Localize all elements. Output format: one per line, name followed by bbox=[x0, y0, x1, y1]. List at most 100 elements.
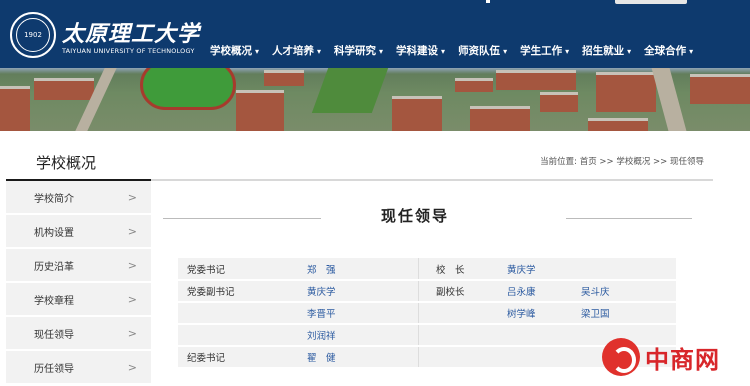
nav-item-faculty[interactable]: 师资队伍 ▾ bbox=[458, 43, 507, 58]
chevron-down-icon: ▾ bbox=[255, 47, 260, 56]
sidebar-item-label: 学校章程 bbox=[34, 295, 74, 307]
column-separator bbox=[417, 324, 427, 347]
role-cell bbox=[178, 324, 307, 347]
chevron-down-icon: ▾ bbox=[627, 47, 632, 56]
watermark-logo: 中商网 bbox=[602, 338, 720, 376]
nav-item-students[interactable]: 学生工作 ▾ bbox=[520, 43, 569, 58]
university-name-cn[interactable]: 太原理工大学 bbox=[62, 16, 200, 48]
sidebar-item-label: 机构设置 bbox=[34, 227, 74, 239]
role-cell bbox=[427, 346, 507, 369]
sidebar: 学校简介 > 机构设置 > 历史沿革 > 学校章程 > 现任领导 > 历任领导 > bbox=[6, 181, 151, 385]
column-separator bbox=[417, 258, 427, 281]
leader-name: 翟 健 bbox=[307, 346, 418, 369]
chevron-right-icon: > bbox=[127, 326, 137, 340]
heading-rule-left bbox=[163, 218, 321, 219]
sidebar-item-organization[interactable]: 机构设置 > bbox=[6, 215, 151, 249]
leader-name: 李晋平 bbox=[307, 302, 418, 325]
sidebar-item-label: 历任领导 bbox=[34, 363, 74, 375]
page-title: 学校概况 bbox=[36, 154, 97, 172]
nav-item-global[interactable]: 全球合作 ▾ bbox=[644, 43, 693, 58]
nav-label: 学科建设 bbox=[396, 45, 439, 57]
banner-building bbox=[264, 70, 304, 86]
banner-lawn bbox=[311, 68, 389, 113]
banner-building bbox=[34, 78, 94, 100]
nav-label: 全球合作 bbox=[644, 45, 687, 57]
sidebar-item-current-leaders[interactable]: 现任领导 > bbox=[6, 317, 151, 351]
sidebar-item-intro[interactable]: 学校简介 > bbox=[6, 181, 151, 215]
role-cell bbox=[427, 302, 507, 325]
university-seal-logo[interactable]: 1902 bbox=[10, 12, 56, 58]
banner-building bbox=[470, 106, 530, 131]
chevron-down-icon: ▾ bbox=[441, 47, 446, 56]
table-row: 党委副书记 黄庆学 副校长 吕永康 吴斗庆 bbox=[178, 280, 676, 303]
sidebar-item-label: 历史沿革 bbox=[34, 261, 74, 273]
main-nav: 学校概况 ▾ 人才培养 ▾ 科学研究 ▾ 学科建设 ▾ 师资队伍 ▾ 学生工作 ▾ 招生就业… bbox=[210, 43, 706, 58]
chevron-right-icon: > bbox=[127, 360, 137, 374]
leader-name: 梁卫国 bbox=[581, 302, 676, 325]
nav-item-research[interactable]: 科学研究 ▾ bbox=[334, 43, 383, 58]
leader-name bbox=[581, 258, 676, 281]
nav-item-disciplines[interactable]: 学科建设 ▾ bbox=[396, 43, 445, 58]
role-cell bbox=[178, 302, 307, 325]
site-header: 1902 太原理工大学 TAIYUAN UNIVERSITY OF TECHNO… bbox=[0, 0, 750, 68]
sidebar-item-label: 学校简介 bbox=[34, 193, 74, 205]
role-cell bbox=[427, 324, 507, 347]
role-cell: 党委书记 bbox=[178, 258, 307, 281]
nav-item-admissions[interactable]: 招生就业 ▾ bbox=[582, 43, 631, 58]
column-separator bbox=[417, 346, 427, 369]
banner-building bbox=[392, 96, 442, 131]
sidebar-item-history[interactable]: 历史沿革 > bbox=[6, 249, 151, 283]
leader-name: 黄庆学 bbox=[507, 258, 581, 281]
leader-name: 吴斗庆 bbox=[581, 280, 676, 303]
top-utility-bar[interactable] bbox=[615, 0, 687, 4]
nav-label: 学生工作 bbox=[520, 45, 563, 57]
table-row: 党委书记 郑 强 校 长 黄庆学 bbox=[178, 258, 676, 281]
seal-year: 1902 bbox=[16, 18, 50, 52]
breadcrumb[interactable]: 当前位置: 首页 >> 学校概况 >> 现任领导 bbox=[540, 155, 704, 167]
role-cell: 校 长 bbox=[427, 258, 507, 281]
chevron-down-icon: ▾ bbox=[379, 47, 384, 56]
content-heading: 现任领导 bbox=[380, 207, 449, 225]
heading-rule-right bbox=[566, 218, 692, 219]
role-cell: 党委副书记 bbox=[178, 280, 307, 303]
watermark-icon bbox=[602, 338, 640, 376]
role-cell: 纪委书记 bbox=[178, 346, 307, 369]
sidebar-item-label: 现任领导 bbox=[34, 329, 74, 341]
leader-name: 黄庆学 bbox=[307, 280, 418, 303]
banner-sports-field bbox=[140, 68, 236, 110]
nav-item-overview[interactable]: 学校概况 ▾ bbox=[210, 43, 259, 58]
chevron-right-icon: > bbox=[127, 190, 137, 204]
university-name-en: TAIYUAN UNIVERSITY OF TECHNOLOGY bbox=[62, 47, 195, 55]
column-separator bbox=[417, 302, 427, 325]
leader-name: 吕永康 bbox=[507, 280, 581, 303]
chevron-right-icon: > bbox=[127, 258, 137, 272]
column-separator bbox=[417, 280, 427, 303]
chevron-down-icon: ▾ bbox=[503, 47, 508, 56]
sidebar-item-charter[interactable]: 学校章程 > bbox=[6, 283, 151, 317]
leader-name: 树学峰 bbox=[507, 302, 581, 325]
nav-label: 学校概况 bbox=[210, 45, 252, 57]
leader-name bbox=[507, 324, 581, 347]
sidebar-item-past-leaders[interactable]: 历任领导 > bbox=[6, 351, 151, 385]
banner-building bbox=[596, 72, 656, 112]
banner-building bbox=[540, 92, 578, 112]
banner-building bbox=[588, 118, 648, 131]
campus-banner-image bbox=[0, 68, 750, 131]
chevron-right-icon: > bbox=[127, 292, 137, 306]
chevron-right-icon: > bbox=[127, 224, 137, 238]
nav-label: 人才培养 bbox=[272, 45, 315, 57]
nav-item-education[interactable]: 人才培养 ▾ bbox=[272, 43, 321, 58]
leader-name: 刘润祥 bbox=[307, 324, 418, 347]
chevron-down-icon: ▾ bbox=[317, 47, 322, 56]
banner-building bbox=[0, 86, 30, 131]
nav-label: 科学研究 bbox=[334, 45, 377, 57]
watermark-text: 中商网 bbox=[645, 345, 720, 374]
nav-label: 招生就业 bbox=[582, 45, 625, 57]
role-cell: 副校长 bbox=[427, 280, 507, 303]
leader-name bbox=[507, 346, 581, 369]
nav-label: 师资队伍 bbox=[458, 45, 501, 57]
banner-building bbox=[496, 70, 576, 90]
banner-road bbox=[651, 68, 687, 131]
banner-building bbox=[690, 74, 750, 104]
chevron-down-icon: ▾ bbox=[689, 47, 694, 56]
